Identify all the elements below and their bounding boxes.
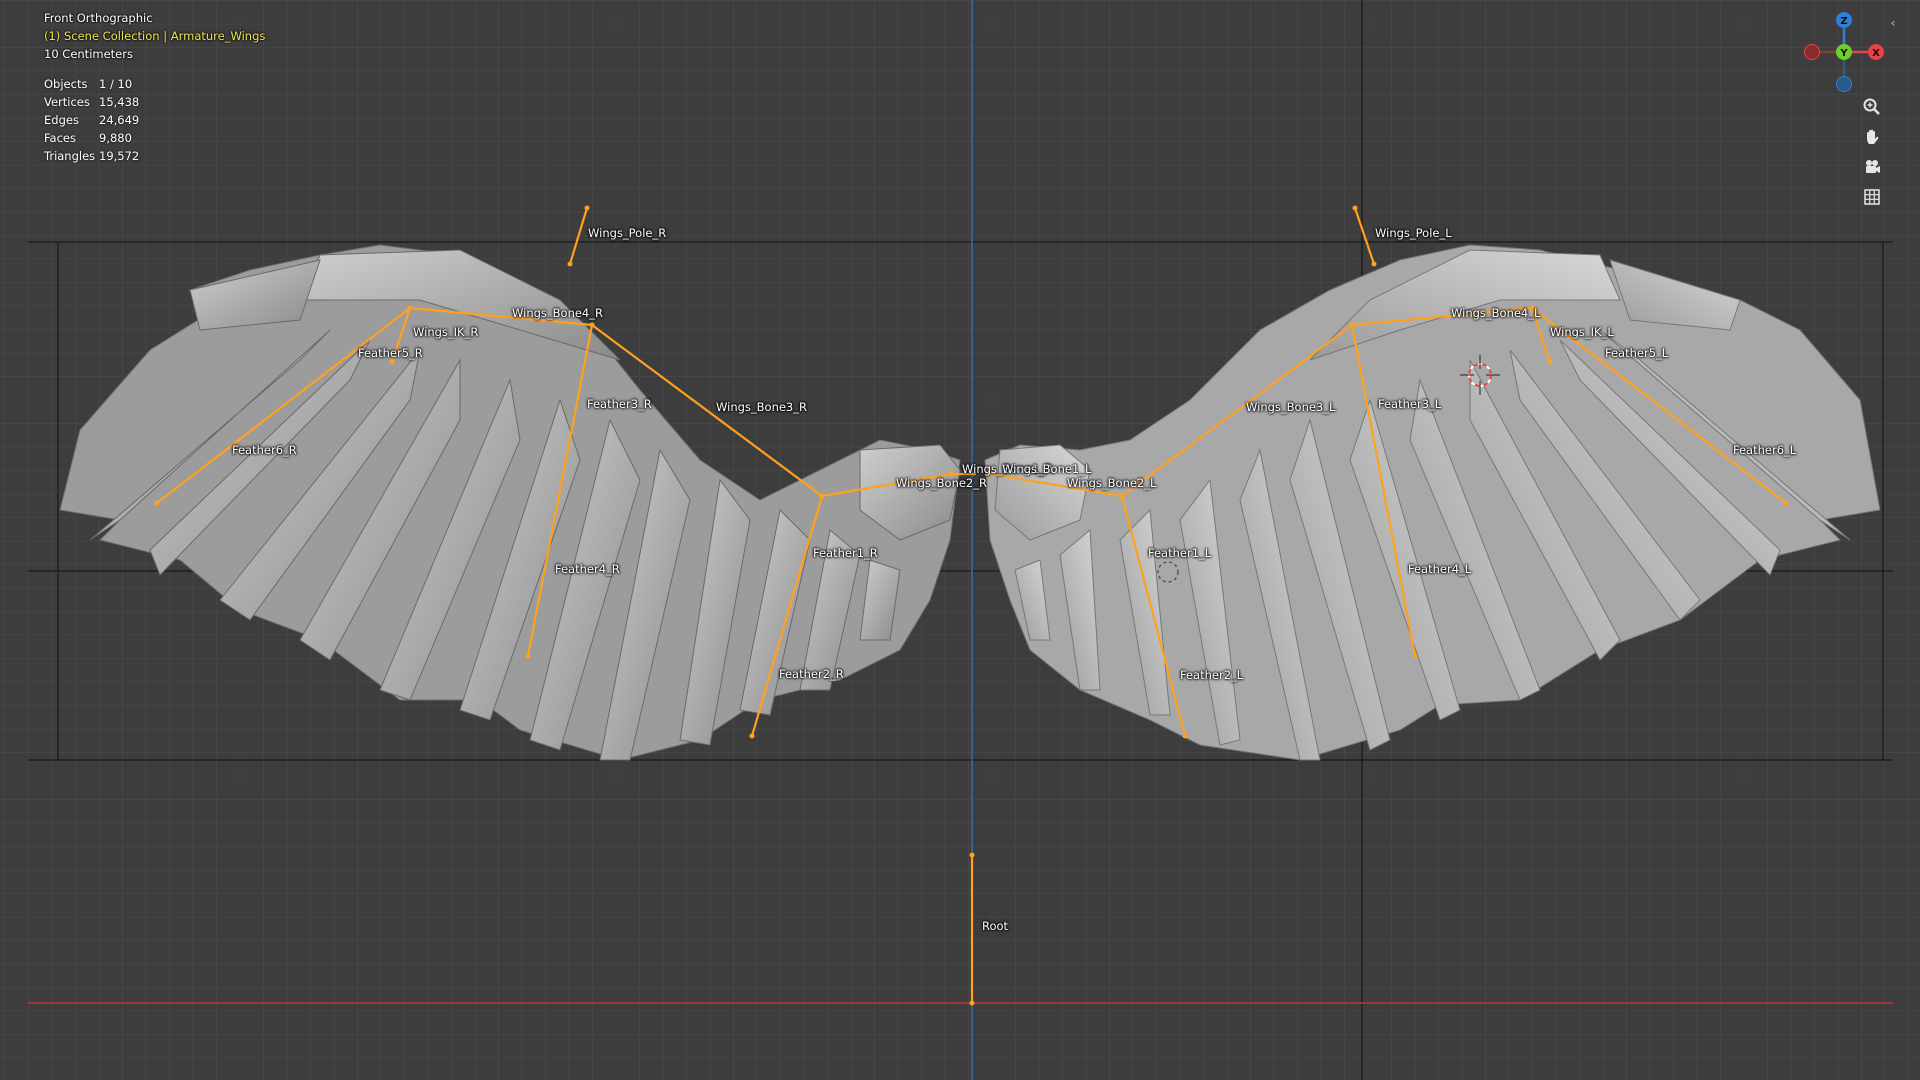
bone-label-feather1-r: Feather1_R [813,546,878,560]
hand-pan-icon [1867,129,1879,144]
gizmo-neg-z-button[interactable] [1836,76,1852,92]
bone-label-feather5-r: Feather5_R [358,346,423,360]
stat-value: 1 / 10 [99,77,133,91]
zoom-icon [1863,98,1880,115]
stat-label: Triangles [44,149,96,163]
perspective-toggle-button[interactable] [1857,182,1887,212]
bone-label-wings-bone1-l: Wings_Bone1_L [1002,462,1092,476]
gizmo-z-button[interactable]: Z [1836,12,1852,28]
svg-text:Y: Y [1839,48,1848,59]
svg-text:Z: Z [1840,16,1847,27]
bone-label-feather3-l: Feather3_L [1378,397,1442,411]
gizmo-y-button[interactable]: Y [1836,44,1852,60]
bone-label-feather6-l: Feather6_L [1733,443,1797,457]
zoom-button[interactable] [1857,92,1887,122]
pan-button[interactable] [1857,122,1887,152]
wing-mesh-left[interactable] [984,244,1881,761]
camera-icon [1866,160,1880,173]
grid-scale: 10 Centimeters [44,47,133,61]
stat-row: Triangles 19,572 [44,147,139,165]
stat-row: Vertices 15,438 [44,93,139,111]
3d-viewport[interactable]: Front Orthographic (1) Scene Collection … [0,0,1920,1080]
stat-value: 9,880 [99,131,132,145]
wing-mesh-right[interactable] [59,244,961,761]
grid-icon [1864,189,1880,205]
stat-value: 15,438 [99,95,140,109]
bone-label-feather6-r: Feather6_R [232,443,297,457]
bone-label-wings-bone4-r: Wings_Bone4_R [512,306,603,320]
bone-label-wings-pole-r: Wings_Pole_R [588,226,667,240]
camera-view-button[interactable] [1857,152,1887,182]
bone-label-feather5-l: Feather5_L [1605,346,1669,360]
scene-statistics: Objects 1 / 10 Vertices 15,438 Edges 24,649… [44,75,139,165]
bone-label-wings-bone3-l: Wings_Bone3_L [1246,400,1336,414]
stat-row: Edges 24,649 [44,111,139,129]
svg-text:X: X [1872,48,1880,59]
bone-label-wings-bone3-r: Wings_Bone3_R [716,400,807,414]
stat-label: Vertices [44,95,90,109]
stat-row: Faces 9,880 [44,129,139,147]
bone-label-feather2-r: Feather2_R [779,667,844,681]
bone-label-feather3-r: Feather3_R [587,397,652,411]
bone-label-feather4-r: Feather4_R [555,562,620,576]
bone-label-wings-bone2-l: Wings_Bone2_L [1067,476,1157,490]
sidebar-toggle-button[interactable]: ‹ [1886,14,1900,32]
stat-label: Faces [44,131,76,145]
stat-value: 19,572 [99,149,140,163]
scene-canvas[interactable] [0,0,1920,1080]
stat-label: Edges [44,113,79,127]
bone-label-feather1-l: Feather1_L [1148,546,1212,560]
bone-label-wings-ik-l: Wings_IK_L [1550,325,1614,339]
collection-info: (1) Scene Collection | Armature_Wings [44,29,266,43]
stat-value: 24,649 [99,113,140,127]
navigation-gizmo[interactable]: Z X Y [1790,6,1900,106]
bone-wings-pole-r [568,206,589,266]
bone-label-wings-pole-l: Wings_Pole_L [1375,226,1452,240]
bone-wings-pole-l [1353,206,1376,266]
stat-label: Objects [44,77,88,91]
bone-label-wings-ik-r: Wings_IK_R [413,325,479,339]
gizmo-neg-x-button[interactable] [1804,44,1820,60]
stat-row: Objects 1 / 10 [44,75,139,93]
bone-label-feather2-l: Feather2_L [1180,668,1244,682]
gizmo-x-button[interactable]: X [1868,44,1884,60]
bone-label-feather4-l: Feather4_L [1408,562,1472,576]
view-name: Front Orthographic [44,11,153,25]
bone-label-wings-bone4-l: Wings_Bone4_L [1451,306,1541,320]
bone-label-wings-bone2-r: Wings_Bone2_R [896,476,987,490]
bone-label-root: Root [982,919,1009,933]
